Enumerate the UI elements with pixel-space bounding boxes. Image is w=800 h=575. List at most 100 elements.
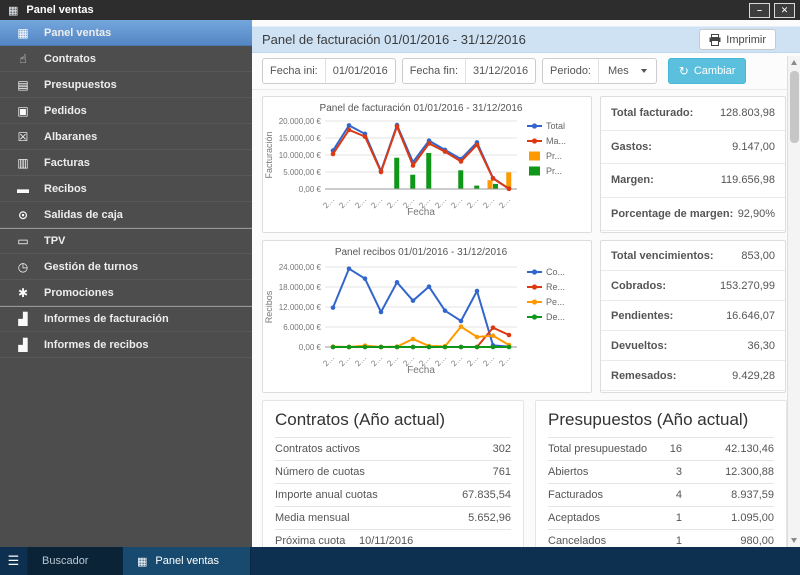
svg-text:Pe...: Pe... [546,297,565,307]
svg-text:2…: 2… [465,353,480,368]
row-label: Importe anual cuotas [275,489,462,501]
minimize-button[interactable]: – [749,3,770,18]
svg-text:2…: 2… [369,195,384,210]
contratos-row: Media mensual5.652,96 [275,506,511,529]
facturacion-chart-panel: Panel de facturación 01/01/2016 - 31/12/… [262,96,592,233]
taskbar-tab-panel-ventas[interactable]: ▦Panel ventas [123,547,251,575]
sidebar-item-informes-de-facturacion[interactable]: ▟Informes de facturación [0,306,252,332]
svg-text:De...: De... [546,312,565,322]
close-button[interactable]: ✕ [774,3,795,18]
row-label: Media mensual [275,512,468,524]
svg-text:Panel de facturación 01/01/201: Panel de facturación 01/01/2016 - 31/12/… [320,103,523,114]
sidebar-item-panel-ventas[interactable]: ▦Panel ventas [0,20,252,46]
row-count: 1 [652,535,682,547]
taskbar-menu-button[interactable]: ☰ [0,547,28,575]
sidebar-item-salidas-de-caja[interactable]: ⊙Salidas de caja [0,202,252,228]
presupuestos-row: Cancelados1 980,00 [548,529,774,547]
sidebar-item-pedidos[interactable]: ▣ Pedidos [0,98,252,124]
fecha-fin-label: Fecha fin: [403,65,465,77]
periodo-value: Mes [608,65,629,77]
fecha-fin-group: Fecha fin: [402,58,536,84]
svg-text:24.000,00 €: 24.000,00 € [279,263,322,272]
row-label: Cancelados [548,535,652,547]
sidebar-item-promociones[interactable]: ✱Promociones [0,280,252,306]
svg-text:Re...: Re... [546,282,565,292]
window-title: Panel ventas [26,4,93,16]
taskbar: ☰ Buscador ▦Panel ventas [0,547,800,575]
stat-label: Cobrados: [611,280,666,292]
row-label: Total presupuestado [548,443,652,455]
sidebar-item-informes-de-recibos[interactable]: ▟Informes de recibos [0,332,252,358]
fecha-ini-input[interactable] [325,59,395,83]
periodo-select[interactable]: Mes [598,59,656,83]
bar-chart-icon: ▟ [15,338,31,352]
stat-label: Remesados: [611,370,676,382]
proxima-cuota-date: 10/11/2016 [359,535,511,547]
print-button-label: Imprimir [726,34,766,46]
scrollbar-thumb[interactable] [790,71,799,143]
facturacion-chart: Panel de facturación 01/01/2016 - 31/12/… [263,99,591,232]
document-euro-icon: ▣ [15,104,31,118]
sidebar-item-presupuestos[interactable]: ▤Presupuestos [0,72,252,98]
sidebar-item-label: Pedidos [44,105,87,117]
sidebar-item-label: Albaranes [44,131,97,143]
sidebar-item-contratos[interactable]: ☝Contratos [0,46,252,72]
filter-toolbar: Fecha ini: Fecha fin: Periodo: Mes ↻ Cam… [252,53,788,90]
sidebar-item-albaranes[interactable]: ☒ Albaranes [0,124,252,150]
stat-label: Total vencimientos: [611,250,713,262]
stat-row: Remesados:9.429,28 [601,361,785,391]
document-x-icon: ☒ [15,130,31,144]
row-label: Próxima cuota [275,535,359,547]
taskbar-tab-label: Panel ventas [155,555,219,567]
print-button[interactable]: Imprimir [699,29,776,50]
svg-text:18.000,00 €: 18.000,00 € [279,283,322,292]
contratos-title: Contratos (Año actual) [275,407,511,437]
cambiar-button[interactable]: ↻ Cambiar [668,58,747,84]
svg-text:12.000,00 €: 12.000,00 € [279,303,322,312]
sidebar-item-tpv[interactable]: ▭ TPV [0,228,252,254]
invoice-icon: ▥ [15,156,31,170]
row-label: Abiertos [548,466,652,478]
row-amount: 12.300,88 [698,466,774,478]
row-amount: 1.095,00 [698,512,774,524]
sidebar-item-recibos[interactable]: ▬Recibos [0,176,252,202]
presupuestos-row: Abiertos312.300,88 [548,460,774,483]
svg-text:2…: 2… [353,195,368,210]
sidebar-item-gestion-de-turnos[interactable]: ◷Gestión de turnos [0,254,252,280]
row-label: Número de cuotas [275,466,493,478]
svg-text:2…: 2… [385,195,400,210]
svg-text:Facturación: Facturación [264,131,274,178]
banknote-icon: ⊙ [15,208,31,222]
scroll-up-button[interactable] [788,56,800,69]
svg-text:2…: 2… [497,195,512,210]
recibos-stats-panel: Total vencimientos:853,00Cobrados:153.27… [600,240,786,393]
svg-text:2…: 2… [321,353,336,368]
stat-row: Porcentage de margen:92,90% [601,198,785,232]
svg-text:2…: 2… [497,353,512,368]
taskbar-tab-label: Buscador [42,555,88,567]
sidebar-item-label: Panel ventas [44,27,111,39]
svg-text:Recibos: Recibos [264,290,274,323]
fecha-fin-input[interactable] [465,59,535,83]
sidebar-item-label: TPV [44,235,65,247]
contratos-row: Número de cuotas761 [275,460,511,483]
stat-label: Devueltos: [611,340,667,352]
svg-text:0,00 €: 0,00 € [299,185,322,194]
sidebar-item-facturas[interactable]: ▥Facturas [0,150,252,176]
svg-text:2…: 2… [481,195,496,210]
stat-row: Total facturado:128.803,98 [601,97,785,131]
vertical-scrollbar[interactable] [787,56,800,547]
sidebar: ▦Panel ventas☝Contratos▤Presupuestos ▣ Ped… [0,20,252,547]
page-title: Panel de facturación 01/01/2016 - 31/12/… [262,32,526,47]
monitor-icon: ▭ [15,234,31,248]
presupuestos-row: Aceptados11.095,00 [548,506,774,529]
row-amount: 980,00 [698,535,774,547]
stat-value: 119.656,98 [721,174,775,186]
stat-value: 36,30 [747,340,775,352]
scroll-down-button[interactable] [788,534,800,547]
svg-text:2…: 2… [385,353,400,368]
bar-chart-icon: ▟ [15,312,31,326]
recibos-chart: Panel recibos 01/01/2016 - 31/12/20160,0… [263,243,591,392]
svg-text:20.000,00 €: 20.000,00 € [279,117,322,126]
taskbar-tab-buscador[interactable]: Buscador [28,547,123,575]
